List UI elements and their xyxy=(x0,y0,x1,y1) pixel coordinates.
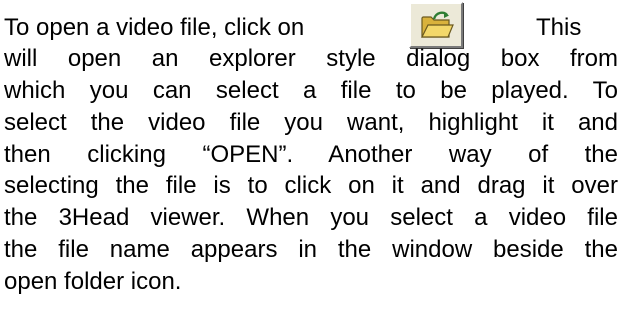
open-folder-icon xyxy=(421,11,454,38)
paragraph-line: select the video file you want, highligh… xyxy=(4,109,618,136)
document-page: To open a video file, click on This will… xyxy=(0,0,626,334)
paragraph-line: selecting the file is to click on it and… xyxy=(4,172,618,199)
paragraph-line: then clicking “OPEN”. Another way of the xyxy=(4,141,618,168)
paragraph-line: the file name appears in the window besi… xyxy=(4,236,618,263)
paragraph-line: which you can select a file to be played… xyxy=(4,77,618,104)
open-folder-button[interactable] xyxy=(409,2,463,48)
paragraph-lead: To open a video file, click on xyxy=(4,14,305,41)
paragraph-line: the 3Head viewer. When you select a vide… xyxy=(4,204,618,231)
paragraph-line: will open an explorer style dialog box f… xyxy=(4,45,618,72)
paragraph-after-icon: This xyxy=(536,14,582,41)
paragraph-line: open folder icon. xyxy=(4,268,182,295)
